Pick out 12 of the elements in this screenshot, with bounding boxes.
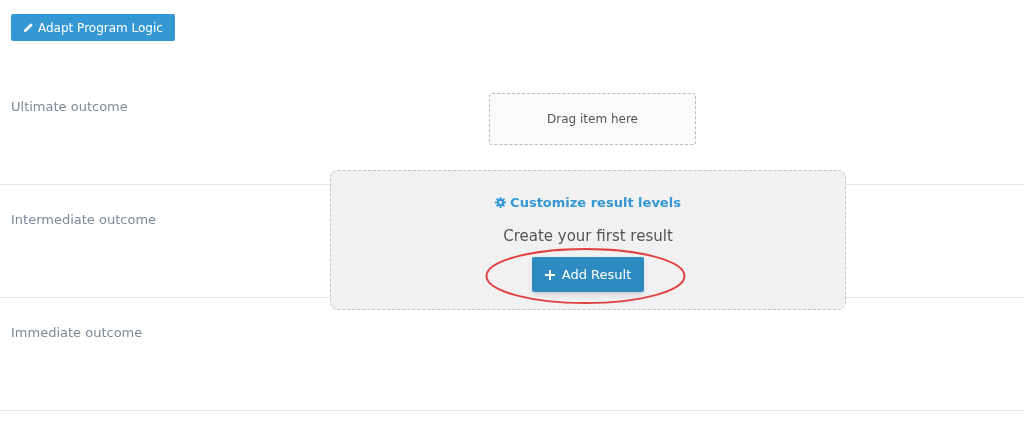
gear-icon [495,197,507,209]
pencil-icon [23,22,34,33]
add-result-button[interactable]: Add Result [531,257,645,292]
drop-zone[interactable]: Drag item here [489,93,696,145]
row-label: Ultimate outcome [11,99,128,114]
empty-state-message: Create your first result [503,225,673,247]
plus-icon [544,269,555,280]
row-label: Immediate outcome [11,325,143,340]
row-label: Intermediate outcome [11,212,157,227]
adapt-program-logic-button[interactable]: Adapt Program Logic [11,14,175,41]
drop-zone-text: Drag item here [547,111,638,128]
customize-result-levels-link[interactable]: Customize result levels [495,193,681,213]
